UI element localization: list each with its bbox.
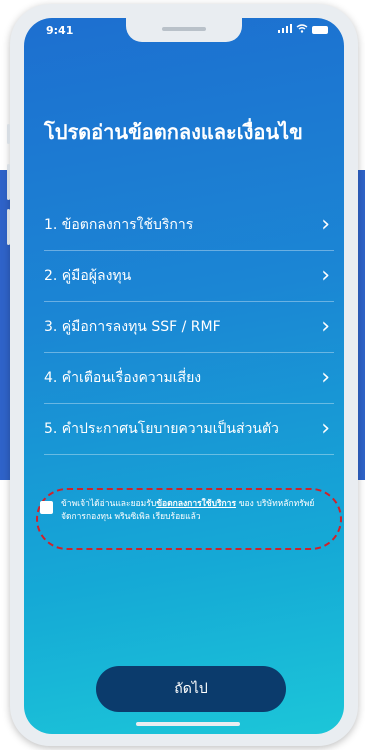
- consent-prefix: ข้าพเจ้าได้อ่านและยอมรับ: [61, 499, 157, 509]
- terms-item-service-agreement[interactable]: 1. ข้อตกลงการใช้บริการ ›: [44, 200, 334, 251]
- list-item-label: 3. คู่มือการลงทุน SSF / RMF: [44, 319, 221, 335]
- chevron-right-icon: ›: [321, 263, 330, 288]
- list-item-label: 5. คำประกาศนโยบายความเป็นส่วนตัว: [44, 421, 279, 437]
- speaker: [162, 27, 206, 31]
- terms-item-ssf-rmf-guide[interactable]: 3. คู่มือการลงทุน SSF / RMF ›: [44, 302, 334, 353]
- status-time: 9:41: [46, 24, 74, 37]
- consent-checkbox[interactable]: [40, 501, 53, 514]
- status-icons: [278, 24, 328, 36]
- consent-block: ข้าพเจ้าได้อ่านและยอมรับข้อตกลงการใช้บริ…: [40, 498, 340, 524]
- chevron-right-icon: ›: [321, 365, 330, 390]
- list-item-label: 4. คำเตือนเรื่องความเสี่ยง: [44, 370, 202, 386]
- consent-text: ข้าพเจ้าได้อ่านและยอมรับข้อตกลงการใช้บริ…: [61, 498, 331, 524]
- terms-item-risk-warning[interactable]: 4. คำเตือนเรื่องความเสี่ยง ›: [44, 353, 334, 404]
- list-item-label: 1. ข้อตกลงการใช้บริการ: [44, 217, 194, 233]
- battery-icon: [312, 26, 328, 34]
- service-agreement-link[interactable]: ข้อตกลงการใช้บริการ: [156, 499, 236, 509]
- volume-down-button: [7, 209, 10, 245]
- app-screen: 9:41 โปรดอ่านข้อตกลงและเงื่อนไข 1. ข้อตก…: [24, 18, 344, 734]
- home-indicator: [136, 722, 240, 726]
- chevron-right-icon: ›: [321, 416, 330, 441]
- volume-up-button: [7, 164, 10, 200]
- terms-item-investor-guide[interactable]: 2. คู่มือผู้ลงทุน ›: [44, 251, 334, 302]
- list-item-label: 2. คู่มือผู้ลงทุน: [44, 268, 132, 284]
- wifi-icon: [296, 24, 308, 36]
- chevron-right-icon: ›: [321, 314, 330, 339]
- terms-list: 1. ข้อตกลงการใช้บริการ › 2. คู่มือผู้ลงท…: [44, 200, 334, 455]
- terms-item-privacy-notice[interactable]: 5. คำประกาศนโยบายความเป็นส่วนตัว ›: [44, 404, 334, 455]
- side-button: [7, 124, 10, 144]
- page-title: โปรดอ่านข้อตกลงและเงื่อนไข: [44, 120, 303, 144]
- next-button[interactable]: ถัดไป: [96, 666, 286, 712]
- signal-icon: [278, 24, 292, 36]
- chevron-right-icon: ›: [321, 212, 330, 237]
